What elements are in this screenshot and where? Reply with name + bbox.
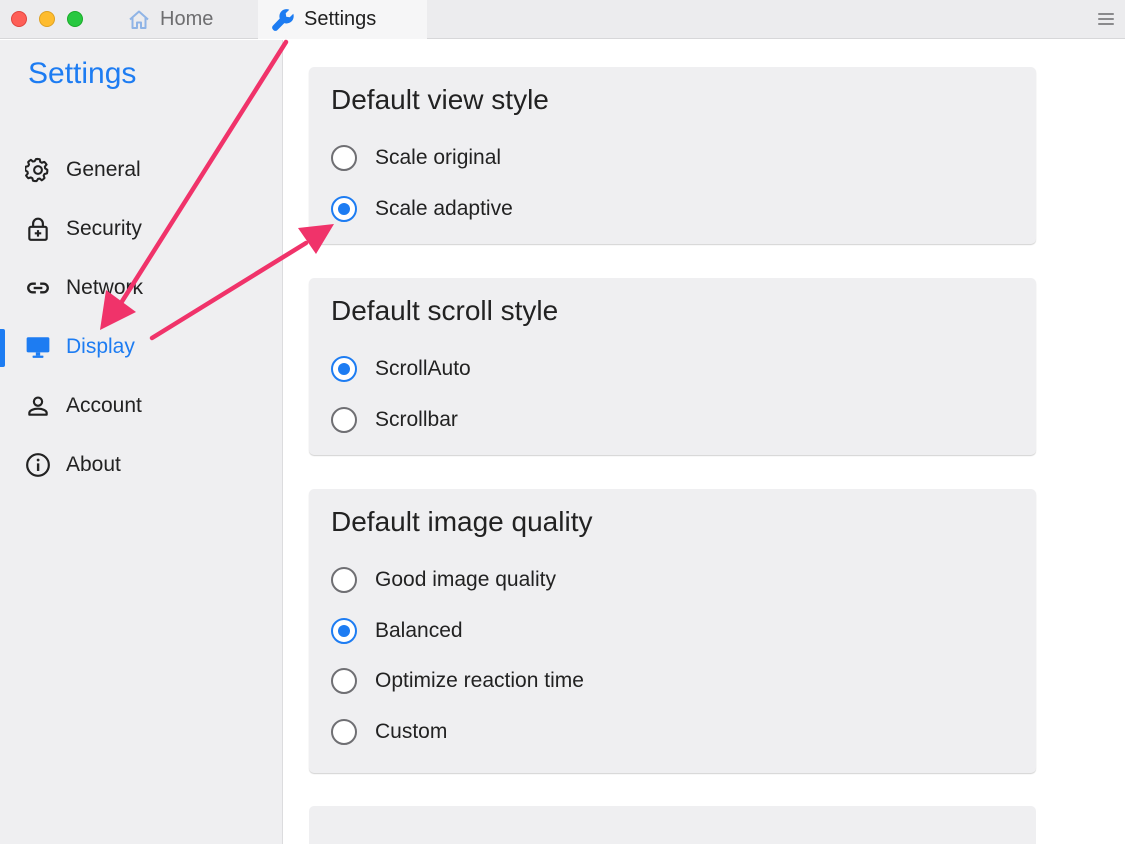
- sidebar-item-label: Network: [66, 276, 144, 299]
- info-icon: [24, 451, 52, 479]
- radio-button[interactable]: [331, 668, 357, 694]
- sidebar-item-label: Account: [66, 394, 142, 417]
- radio-button[interactable]: [331, 567, 357, 593]
- sidebar-item-about[interactable]: About: [0, 437, 282, 493]
- radio-button[interactable]: [331, 145, 357, 171]
- hamburger-menu-icon[interactable]: [1098, 11, 1114, 27]
- radio-button[interactable]: [331, 618, 357, 644]
- zoom-window-button[interactable]: [67, 11, 83, 27]
- image-quality-card: Default image quality Good image quality…: [309, 489, 1036, 773]
- minimize-window-button[interactable]: [39, 11, 55, 27]
- section-title: Default image quality: [331, 506, 593, 537]
- radio-label: Scale original: [375, 146, 502, 169]
- sidebar-item-general[interactable]: General: [0, 142, 282, 198]
- sidebar-item-label: General: [66, 158, 141, 181]
- radio-scale-adaptive[interactable]: Scale adaptive: [331, 189, 513, 229]
- sidebar-item-label: About: [66, 453, 121, 476]
- link-icon: [24, 274, 52, 302]
- radio-label: Balanced: [375, 619, 463, 642]
- radio-button[interactable]: [331, 407, 357, 433]
- radio-scrollauto[interactable]: ScrollAuto: [331, 349, 471, 389]
- settings-content: Default view style Scale original Scale …: [283, 40, 1125, 844]
- radio-label: Optimize reaction time: [375, 669, 584, 692]
- radio-balanced[interactable]: Balanced: [331, 611, 463, 651]
- home-icon: [126, 7, 152, 33]
- radio-label: Good image quality: [375, 568, 556, 591]
- section-title: Default view style: [331, 84, 549, 115]
- next-card-partial: [309, 806, 1036, 844]
- tab-settings[interactable]: Settings: [258, 0, 427, 39]
- sidebar-item-security[interactable]: Security: [0, 201, 282, 257]
- title-bar: Home Settings: [0, 0, 1125, 39]
- sidebar-item-label: Security: [66, 217, 142, 240]
- sidebar: Settings General Security Network Displa…: [0, 40, 283, 844]
- radio-label: Scrollbar: [375, 408, 458, 431]
- radio-scale-original[interactable]: Scale original: [331, 138, 501, 178]
- wrench-icon: [270, 7, 296, 33]
- scroll-style-card: Default scroll style ScrollAuto Scrollba…: [309, 278, 1036, 455]
- radio-custom[interactable]: Custom: [331, 712, 447, 752]
- radio-button[interactable]: [331, 719, 357, 745]
- radio-scrollbar[interactable]: Scrollbar: [331, 400, 458, 440]
- view-style-card: Default view style Scale original Scale …: [309, 67, 1036, 244]
- section-title: Default scroll style: [331, 295, 559, 326]
- sidebar-item-label: Display: [66, 335, 135, 358]
- radio-label: Scale adaptive: [375, 197, 513, 220]
- monitor-icon: [24, 333, 52, 361]
- radio-button[interactable]: [331, 356, 357, 382]
- radio-good-image-quality[interactable]: Good image quality: [331, 560, 556, 600]
- tab-home-label: Home: [160, 8, 214, 30]
- gear-icon: [24, 156, 52, 184]
- radio-label: ScrollAuto: [375, 357, 471, 380]
- tab-home[interactable]: Home: [118, 0, 256, 39]
- close-window-button[interactable]: [11, 11, 27, 27]
- radio-optimize-reaction-time[interactable]: Optimize reaction time: [331, 661, 584, 701]
- sidebar-title: Settings: [28, 57, 137, 90]
- radio-button[interactable]: [331, 196, 357, 222]
- sidebar-item-account[interactable]: Account: [0, 378, 282, 434]
- radio-label: Custom: [375, 720, 448, 743]
- lock-icon: [24, 215, 52, 243]
- sidebar-item-network[interactable]: Network: [0, 260, 282, 316]
- tab-settings-label: Settings: [304, 8, 377, 30]
- person-icon: [24, 392, 52, 420]
- sidebar-item-display[interactable]: Display: [0, 319, 282, 375]
